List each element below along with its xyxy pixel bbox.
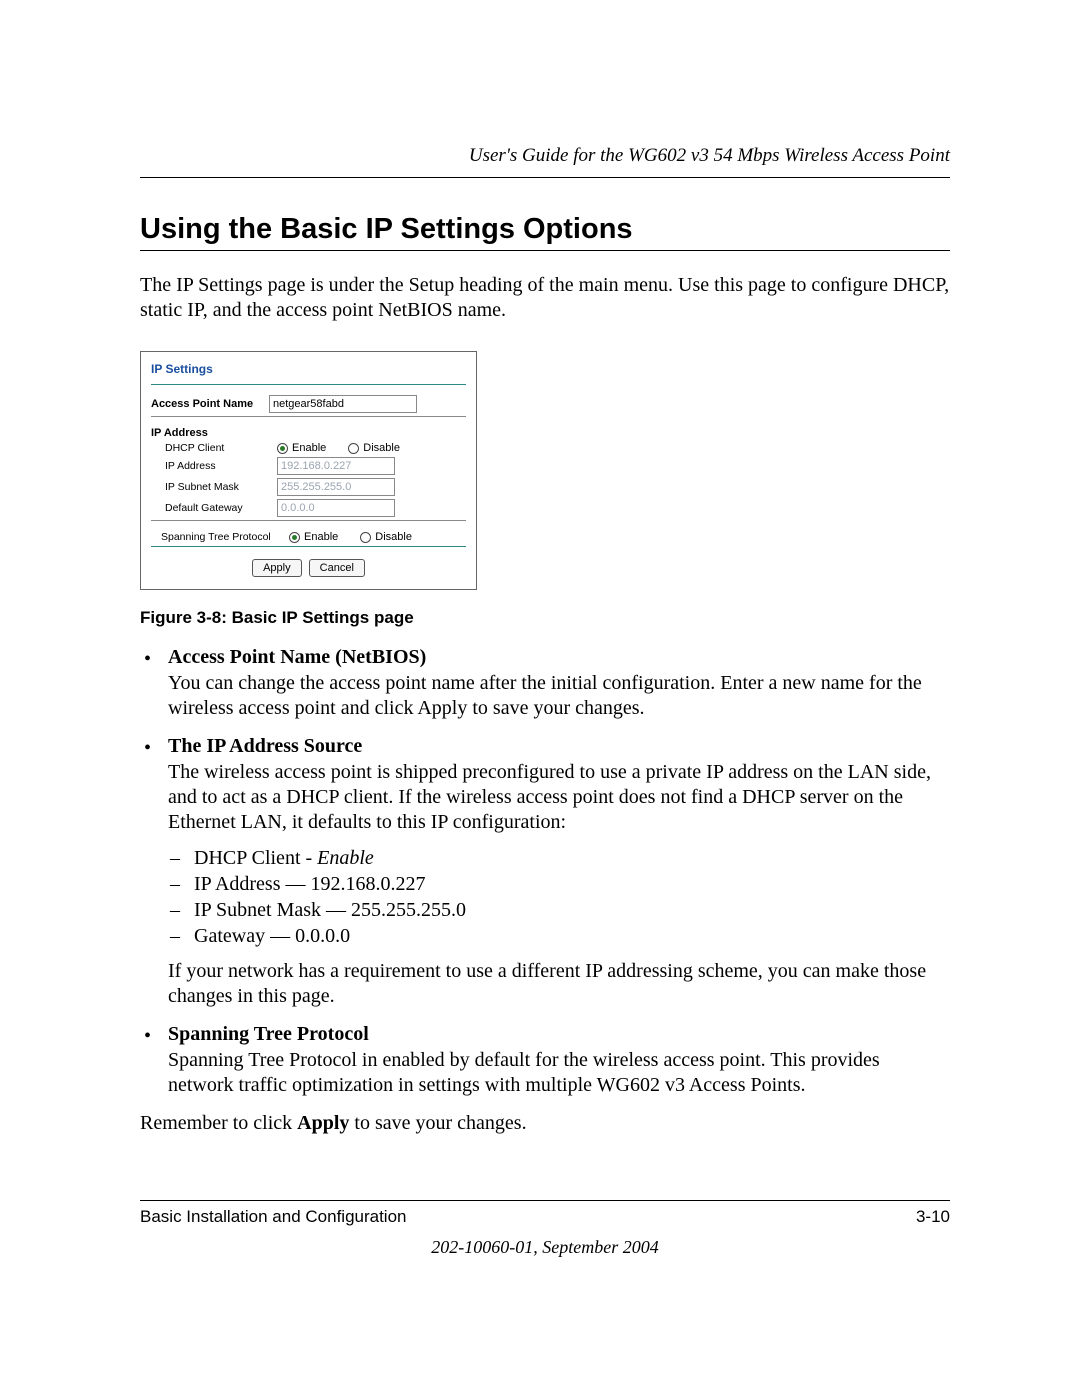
ip-address-input[interactable] [277,457,395,475]
ip-address-section-label: IP Address [151,427,466,439]
page-footer: Basic Installation and Configuration 3-1… [140,1200,950,1258]
cancel-button[interactable]: Cancel [309,559,365,577]
divider [151,384,466,385]
bullet-item: • Spanning Tree Protocol Spanning Tree P… [140,1023,950,1098]
stp-enable-radio[interactable] [289,532,300,543]
divider [151,546,466,547]
apply-button[interactable]: Apply [252,559,302,577]
bullet-title: The IP Address Source [168,735,950,758]
stp-enable-label: Enable [304,531,338,543]
bullet-icon: • [144,737,151,760]
dash-item: DHCP Client - Enable [168,845,950,871]
stp-disable-label: Disable [375,531,412,543]
bullet-item: • The IP Address Source The wireless acc… [140,735,950,1009]
bullet-icon: • [144,648,151,671]
intro-paragraph: The IP Settings page is under the Setup … [140,273,950,323]
subnet-mask-label: IP Subnet Mask [151,481,277,493]
footer-page-number: 3-10 [916,1207,950,1227]
default-gateway-input[interactable] [277,499,395,517]
running-head: User's Guide for the WG602 v3 54 Mbps Wi… [140,145,950,178]
dhcp-enable-radio[interactable] [277,443,288,454]
closing-paragraph: Remember to click Apply to save your cha… [140,1112,950,1135]
dash-item: IP Address — 192.168.0.227 [168,871,950,897]
figure-caption: Figure 3-8: Basic IP Settings page [140,608,950,628]
bullet-icon: • [144,1025,151,1048]
divider [151,416,466,417]
stp-disable-radio[interactable] [360,532,371,543]
footer-section: Basic Installation and Configuration [140,1207,407,1227]
subnet-mask-input[interactable] [277,478,395,496]
bullet-body: The wireless access point is shipped pre… [168,761,931,833]
bullet-body: Spanning Tree Protocol in enabled by def… [168,1049,880,1096]
dhcp-client-label: DHCP Client [151,442,277,454]
enable-label: Enable [292,442,326,454]
dash-item: IP Subnet Mask — 255.255.255.0 [168,897,950,923]
stp-label: Spanning Tree Protocol [151,531,289,543]
ip-address-label: IP Address [151,460,277,472]
default-gateway-label: Default Gateway [151,502,277,514]
ip-settings-screenshot: IP Settings Access Point Name IP Address… [140,351,477,590]
panel-title: IP Settings [151,358,466,382]
dash-item: Gateway — 0.0.0.0 [168,923,950,949]
bullet-title: Access Point Name (NetBIOS) [168,646,950,669]
footer-pub-info: 202-10060-01, September 2004 [140,1237,950,1258]
divider [151,520,466,521]
bullet-body: You can change the access point name aft… [168,672,922,719]
disable-label: Disable [363,442,400,454]
dhcp-disable-radio[interactable] [348,443,359,454]
bullet-item: • Access Point Name (NetBIOS) You can ch… [140,646,950,721]
section-title: Using the Basic IP Settings Options [140,213,950,251]
ap-name-label: Access Point Name [151,398,269,410]
ap-name-input[interactable] [269,395,417,413]
bullet-title: Spanning Tree Protocol [168,1023,950,1046]
bullet-body: If your network has a requirement to use… [168,960,926,1007]
